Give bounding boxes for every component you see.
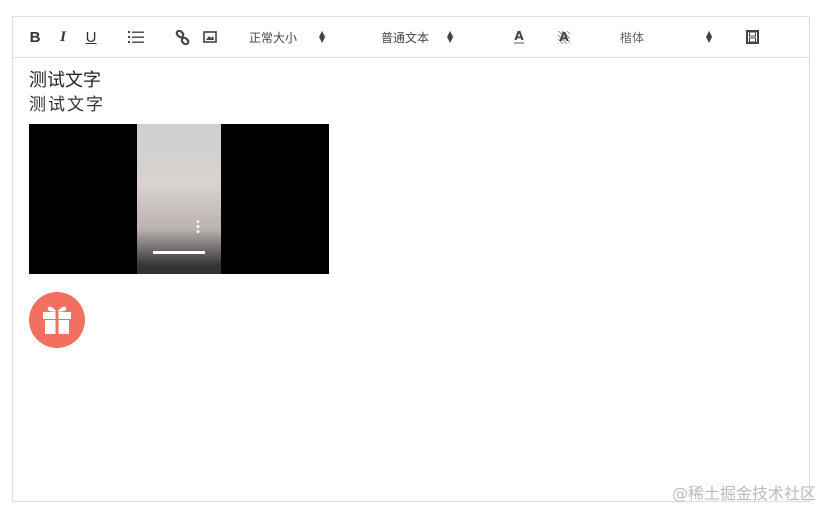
gift-icon	[43, 306, 71, 334]
background-color-button[interactable]: A	[553, 17, 575, 57]
header-select[interactable]: 普通文本 ▲ ▼	[381, 17, 471, 57]
bold-button[interactable]: B	[25, 17, 45, 57]
updown-icon: ▲ ▼	[706, 29, 713, 44]
underline-button[interactable]: U	[81, 17, 101, 57]
text-color-button[interactable]: A	[508, 17, 530, 57]
background-color-icon: A	[558, 29, 570, 44]
updown-icon: ▲ ▼	[319, 29, 326, 44]
video-button[interactable]	[741, 17, 763, 57]
text-line-kaiti: 测试文字	[29, 95, 105, 115]
embedded-video[interactable]: • • •	[29, 124, 329, 274]
updown-icon: ▲ ▼	[447, 29, 454, 44]
italic-button[interactable]: I	[53, 17, 73, 57]
image-button[interactable]	[199, 17, 221, 57]
gift-button[interactable]	[29, 292, 85, 348]
font-select-value: 楷体	[620, 30, 645, 45]
video-icon	[745, 30, 759, 44]
size-select[interactable]: 正常大小 ▲ ▼	[249, 17, 339, 57]
editor-content[interactable]: 测试文字 测试文字	[29, 69, 105, 117]
link-icon	[175, 29, 189, 45]
list-button[interactable]	[125, 17, 147, 57]
header-select-value: 普通文本	[381, 30, 430, 45]
size-select-value: 正常大小	[249, 30, 298, 45]
video-frame: • • •	[137, 124, 221, 274]
text-color-icon: A	[514, 29, 524, 44]
font-select[interactable]: 楷体 ▲ ▼	[620, 17, 720, 57]
watermark: @稀土掘金技术社区	[671, 484, 816, 503]
rich-text-editor: B I U 正常大小 ▲ ▼ 普通文本 ▲ ▼ A A 楷体 ▲ ▼ 测试文字 …	[12, 16, 810, 502]
list-icon	[128, 31, 144, 43]
link-button[interactable]	[171, 17, 193, 57]
text-line-default: 测试文字	[29, 70, 101, 91]
image-icon	[203, 31, 217, 43]
toolbar: B I U 正常大小 ▲ ▼ 普通文本 ▲ ▼ A A 楷体 ▲ ▼	[13, 17, 809, 58]
